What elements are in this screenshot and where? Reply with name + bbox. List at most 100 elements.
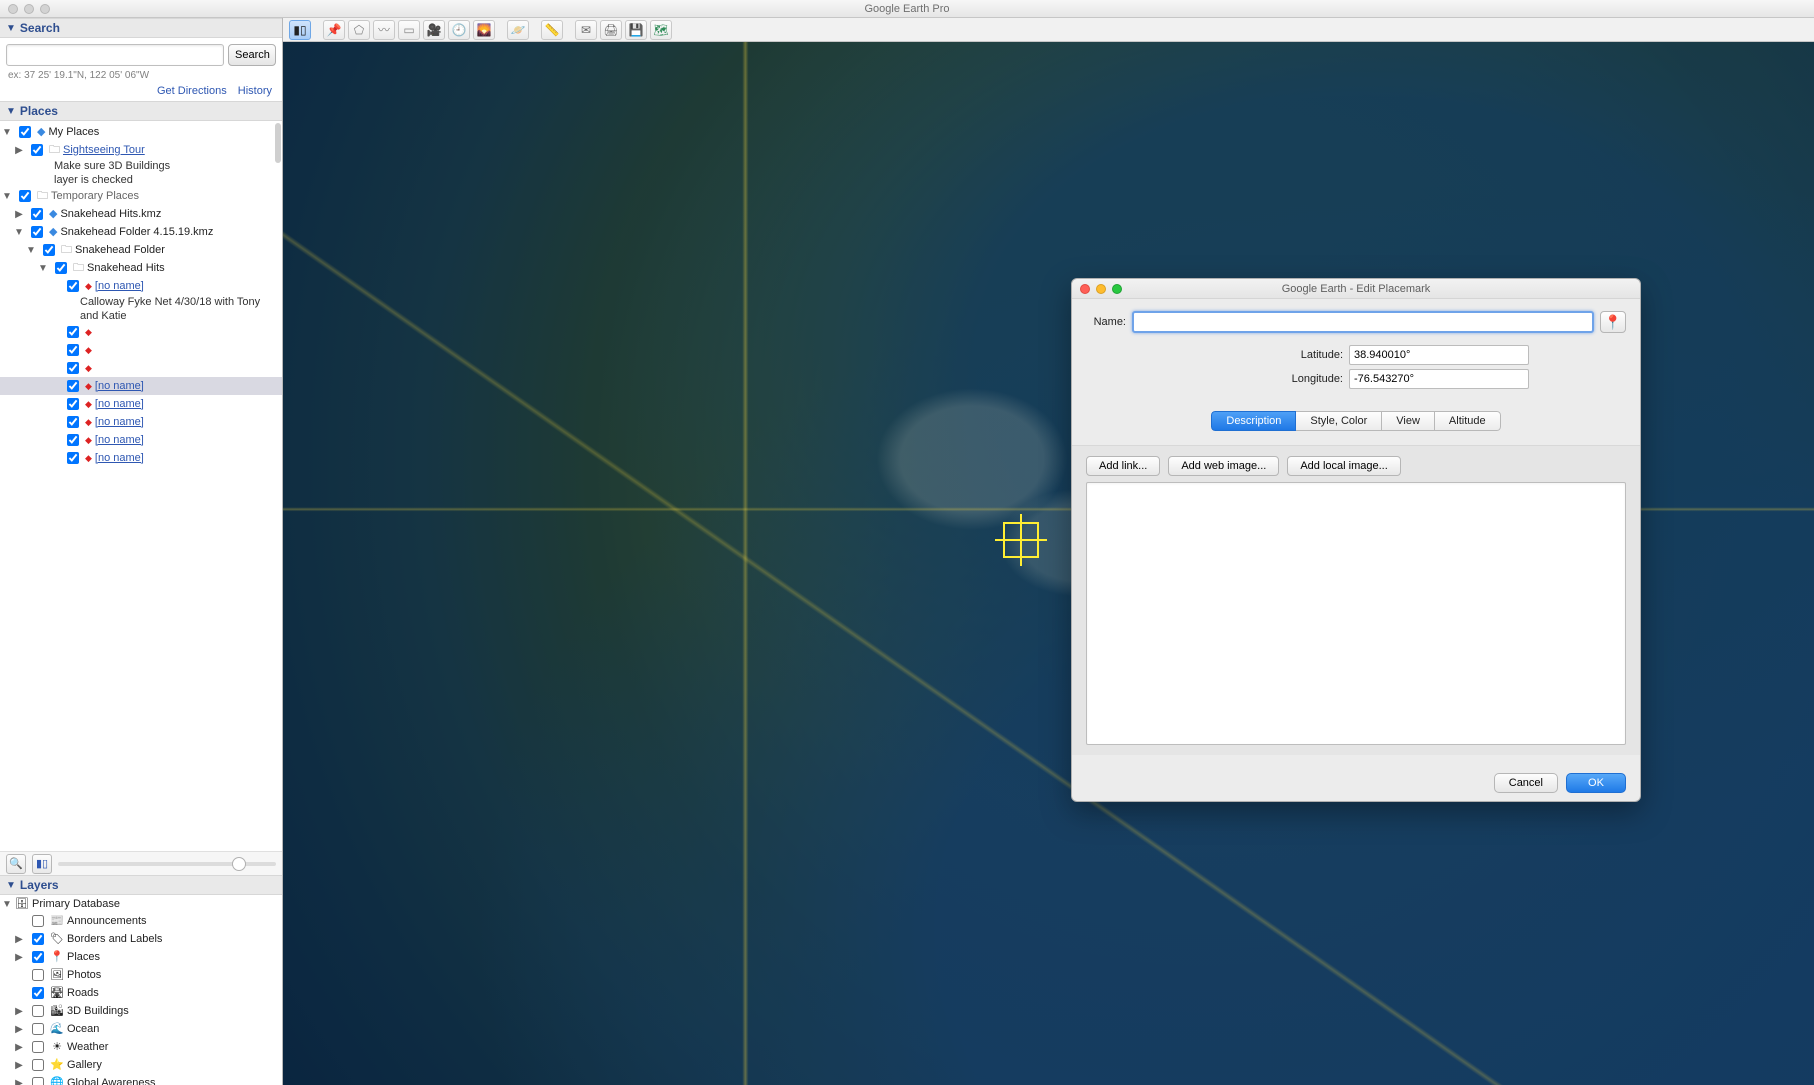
- chevron-right-icon[interactable]: ▶: [14, 1040, 24, 1055]
- places-item-snakehead-folder[interactable]: ▼ 🗀 Snakehead Folder: [0, 241, 282, 259]
- map-view[interactable]: Google Earth - Edit Placemark Name: 📍 La…: [283, 42, 1814, 1085]
- layers-item[interactable]: ▶🌊Ocean: [0, 1020, 282, 1038]
- placemark-button[interactable]: 📌: [323, 20, 345, 40]
- find-button[interactable]: 🔍: [6, 854, 26, 874]
- layers-item[interactable]: 🖼Photos: [0, 966, 282, 984]
- checkbox[interactable]: [67, 416, 79, 428]
- places-item-noname[interactable]: ◆ [no name]: [0, 431, 282, 449]
- checkbox[interactable]: [19, 126, 31, 138]
- checkbox[interactable]: [32, 1059, 44, 1071]
- email-button[interactable]: ✉: [575, 20, 597, 40]
- ok-button[interactable]: OK: [1566, 773, 1626, 793]
- tree-label[interactable]: [no name]: [95, 379, 144, 394]
- checkbox[interactable]: [32, 915, 44, 927]
- placemark-icon-button[interactable]: 📍: [1600, 311, 1626, 333]
- checkbox[interactable]: [67, 326, 79, 338]
- places-item-snakehead-hits[interactable]: ▼ 🗀 Snakehead Hits: [0, 259, 282, 277]
- chevron-down-icon[interactable]: ▼: [2, 189, 12, 204]
- tree-label[interactable]: [no name]: [95, 451, 144, 466]
- checkbox[interactable]: [67, 380, 79, 392]
- layers-item[interactable]: ▶🏙3D Buildings: [0, 1002, 282, 1020]
- checkbox[interactable]: [31, 226, 43, 238]
- layers-item[interactable]: 🛣Roads: [0, 984, 282, 1002]
- chevron-right-icon[interactable]: ▶: [14, 950, 24, 965]
- checkbox[interactable]: [19, 190, 31, 202]
- tour-button[interactable]: 🎥: [423, 20, 445, 40]
- tab-description[interactable]: Description: [1211, 411, 1296, 431]
- places-item-noname[interactable]: ◆ [no name]: [0, 277, 282, 295]
- tree-label[interactable]: [no name]: [95, 397, 144, 412]
- tree-label[interactable]: [no name]: [95, 415, 144, 430]
- layers-item[interactable]: ▶🌐Global Awareness: [0, 1074, 282, 1085]
- layers-item[interactable]: 📰Announcements: [0, 912, 282, 930]
- checkbox[interactable]: [32, 969, 44, 981]
- places-item-blank[interactable]: ◆: [0, 359, 282, 377]
- checkbox[interactable]: [32, 933, 44, 945]
- tree-label[interactable]: [no name]: [95, 279, 144, 294]
- longitude-input[interactable]: [1349, 369, 1529, 389]
- cancel-button[interactable]: Cancel: [1494, 773, 1558, 793]
- layers-item-primary-db[interactable]: ▼ 🗄 Primary Database: [0, 897, 282, 912]
- save-image-button[interactable]: 💾: [625, 20, 647, 40]
- places-item-noname[interactable]: ◆ [no name]: [0, 449, 282, 467]
- search-button[interactable]: Search: [228, 44, 276, 66]
- opacity-slider[interactable]: [58, 862, 276, 866]
- dialog-titlebar[interactable]: Google Earth - Edit Placemark: [1072, 279, 1640, 299]
- chevron-right-icon[interactable]: ▶: [14, 1058, 24, 1073]
- planet-button[interactable]: 🪐: [507, 20, 529, 40]
- sunlight-button[interactable]: 🌄: [473, 20, 495, 40]
- search-input[interactable]: [6, 44, 224, 66]
- chevron-down-icon[interactable]: ▼: [38, 261, 48, 276]
- places-tree[interactable]: ▼ ◆ My Places ▶ 🗀 Sightseeing Tour Make …: [0, 121, 282, 851]
- image-overlay-button[interactable]: ▭: [398, 20, 420, 40]
- places-item-noname[interactable]: ◆ [no name]: [0, 395, 282, 413]
- layers-tree[interactable]: ▼ 🗄 Primary Database 📰Announcements▶🏷Bor…: [0, 895, 282, 1085]
- checkbox[interactable]: [32, 1005, 44, 1017]
- path-button[interactable]: 〰: [373, 20, 395, 40]
- checkbox[interactable]: [67, 280, 79, 292]
- checkbox[interactable]: [32, 1023, 44, 1035]
- places-item-noname-selected[interactable]: ◆ [no name]: [0, 377, 282, 395]
- chevron-right-icon[interactable]: ▶: [14, 207, 24, 222]
- tree-label[interactable]: Sightseeing Tour: [63, 143, 145, 158]
- layers-item[interactable]: ▶🏷Borders and Labels: [0, 930, 282, 948]
- checkbox[interactable]: [31, 144, 43, 156]
- places-item-noname[interactable]: ◆ [no name]: [0, 413, 282, 431]
- tab-altitude[interactable]: Altitude: [1435, 411, 1501, 431]
- chevron-down-icon[interactable]: ▼: [14, 225, 24, 240]
- chevron-down-icon[interactable]: ▼: [2, 897, 12, 912]
- checkbox[interactable]: [55, 262, 67, 274]
- tab-view[interactable]: View: [1382, 411, 1435, 431]
- places-item-my-places[interactable]: ▼ ◆ My Places: [0, 123, 282, 141]
- layers-item[interactable]: ▶⭐Gallery: [0, 1056, 282, 1074]
- sidebar-toggle-button[interactable]: ▮▯: [32, 854, 52, 874]
- print-button[interactable]: 🖨: [600, 20, 622, 40]
- places-item-temp[interactable]: ▼ 🗀 Temporary Places: [0, 187, 282, 205]
- scrollbar-thumb[interactable]: [275, 123, 281, 163]
- places-header[interactable]: ▼ Places: [0, 101, 282, 121]
- checkbox[interactable]: [67, 452, 79, 464]
- checkbox[interactable]: [43, 244, 55, 256]
- chevron-right-icon[interactable]: ▶: [14, 143, 24, 158]
- add-web-image-button[interactable]: Add web image...: [1168, 456, 1279, 476]
- chevron-right-icon[interactable]: ▶: [14, 1004, 24, 1019]
- places-item-snakehead-folder-kmz[interactable]: ▼ ◆ Snakehead Folder 4.15.19.kmz: [0, 223, 282, 241]
- tab-style-color[interactable]: Style, Color: [1296, 411, 1382, 431]
- layers-item[interactable]: ▶☀Weather: [0, 1038, 282, 1056]
- ruler-button[interactable]: 📏: [541, 20, 563, 40]
- chevron-right-icon[interactable]: ▶: [14, 932, 24, 947]
- add-local-image-button[interactable]: Add local image...: [1287, 456, 1400, 476]
- tree-label[interactable]: [no name]: [95, 433, 144, 448]
- places-item-sightseeing[interactable]: ▶ 🗀 Sightseeing Tour: [0, 141, 282, 159]
- description-textarea[interactable]: [1086, 482, 1626, 745]
- history-link[interactable]: History: [238, 85, 272, 97]
- checkbox[interactable]: [32, 987, 44, 999]
- checkbox[interactable]: [67, 434, 79, 446]
- checkbox[interactable]: [32, 1041, 44, 1053]
- places-item-snakehead-kmz[interactable]: ▶ ◆ Snakehead Hits.kmz: [0, 205, 282, 223]
- placemark-cursor-icon[interactable]: [1003, 522, 1039, 558]
- sidebar-toggle-button[interactable]: ▮▯: [289, 20, 311, 40]
- checkbox[interactable]: [67, 398, 79, 410]
- checkbox[interactable]: [67, 344, 79, 356]
- chevron-down-icon[interactable]: ▼: [26, 243, 36, 258]
